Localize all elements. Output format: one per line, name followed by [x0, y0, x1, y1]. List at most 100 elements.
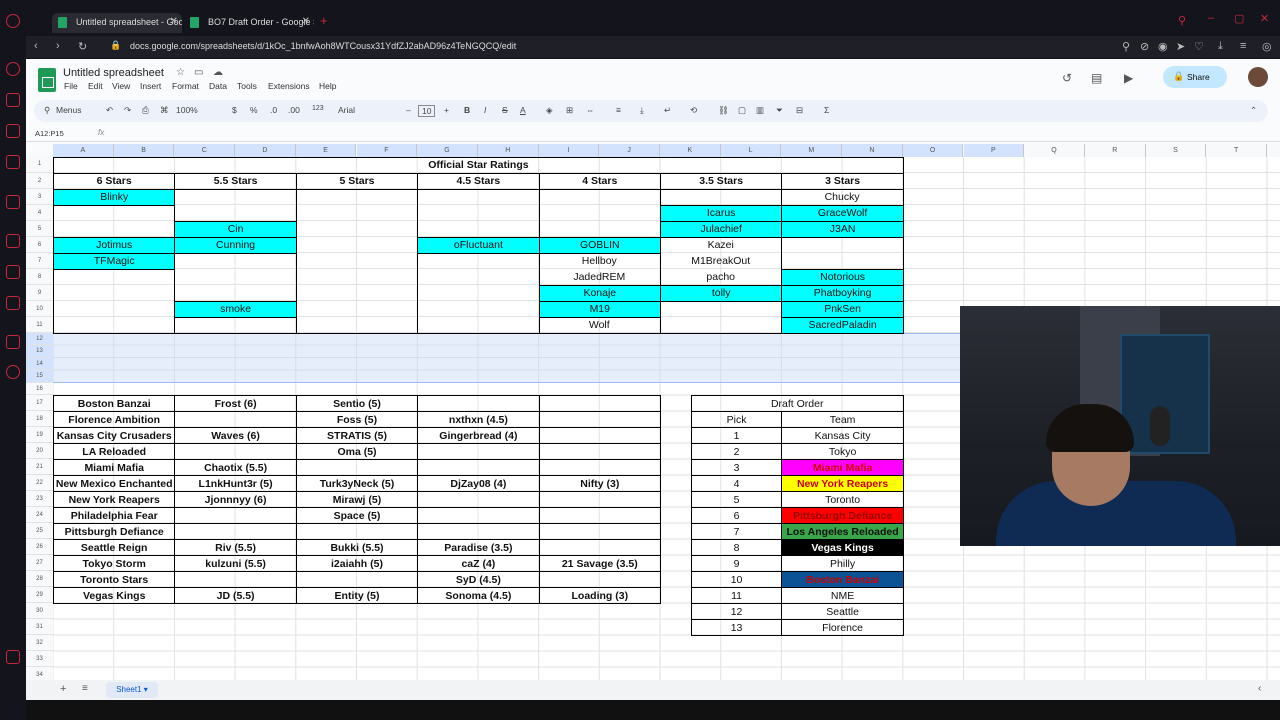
column-header[interactable]: F — [356, 144, 418, 157]
rating-player-cell[interactable]: Icarus — [660, 204, 783, 222]
draft-team-cell[interactable]: New York Reapers — [781, 475, 904, 492]
rating-player-cell[interactable]: Cunning — [174, 236, 297, 254]
row-header[interactable]: 14 — [26, 357, 53, 370]
ratings-header[interactable]: 3 Stars — [781, 172, 904, 190]
draft-pick-cell[interactable]: 6 — [690, 507, 783, 524]
row-header[interactable]: 2 — [26, 172, 53, 189]
menu-help[interactable]: Help — [319, 81, 336, 91]
draft-pick-cell[interactable]: 2 — [690, 443, 783, 460]
row-header[interactable]: 1 — [26, 157, 53, 173]
close-icon[interactable]: ✕ — [302, 16, 310, 27]
draft-pick-cell[interactable]: 12 — [690, 603, 783, 620]
menu-extensions[interactable]: Extensions — [268, 81, 310, 91]
document-title[interactable]: Untitled spreadsheet — [63, 67, 164, 79]
rating-player-cell[interactable]: TFMagic — [53, 252, 176, 270]
rating-player-cell[interactable]: Kazei — [660, 237, 781, 253]
draft-team-cell[interactable]: NME — [781, 587, 904, 604]
maximize-icon[interactable]: ▢ — [1234, 12, 1244, 25]
team-player-cell[interactable] — [538, 507, 661, 524]
text-color-button[interactable]: A — [520, 105, 526, 115]
font-select[interactable]: Arial — [338, 105, 355, 115]
draft-pick-cell[interactable]: 10 — [690, 571, 783, 588]
download-icon[interactable]: ⤓ — [1218, 40, 1223, 53]
history-icon[interactable]: ↺ — [1062, 71, 1072, 85]
search-icon[interactable]: ⚲ — [44, 105, 50, 116]
add-sheet-icon[interactable]: + — [60, 683, 66, 695]
decrease-decimal-button[interactable]: .0 — [270, 105, 277, 115]
team-player-cell[interactable]: Sonoma (4.5) — [417, 587, 540, 604]
team-name-cell[interactable]: Seattle Reign — [53, 539, 176, 556]
avatar[interactable] — [1248, 67, 1268, 87]
menus-search[interactable]: Menus — [56, 105, 82, 115]
draft-header-pick[interactable]: Pick — [690, 411, 783, 428]
meet-icon[interactable]: ▶ — [1124, 71, 1133, 85]
row-header[interactable]: 28 — [26, 571, 53, 587]
sheet-tab[interactable]: Sheet1 ▾ — [106, 682, 158, 698]
window-close-icon[interactable]: ✕ — [1260, 12, 1269, 25]
row-header[interactable]: 15 — [26, 370, 53, 383]
team-player-cell[interactable]: Paradise (3.5) — [417, 539, 540, 556]
sidebar-icon-4[interactable] — [6, 155, 20, 169]
collapse-toolbar-icon[interactable]: ⌃ — [1250, 105, 1257, 116]
rating-player-cell[interactable]: Julachief — [660, 220, 783, 238]
draft-team-cell[interactable]: Miami Mafia — [781, 459, 904, 476]
team-player-cell[interactable] — [538, 427, 661, 444]
explore-icon[interactable]: ‹ — [1258, 683, 1261, 694]
team-player-cell[interactable] — [538, 395, 661, 412]
row-header[interactable]: 22 — [26, 475, 53, 491]
team-player-cell[interactable]: 21 Savage (3.5) — [538, 555, 661, 572]
wrap-icon[interactable]: ↵ — [664, 105, 671, 116]
send-icon[interactable]: ➤ — [1176, 40, 1185, 53]
team-player-cell[interactable]: Entity (5) — [295, 587, 419, 604]
redo-icon[interactable]: ↷ — [124, 105, 131, 116]
rating-player-cell[interactable]: SacredPaladin — [781, 316, 904, 334]
team-player-cell[interactable] — [174, 443, 297, 460]
team-player-cell[interactable]: kulzuni (5.5) — [174, 555, 297, 572]
team-player-cell[interactable]: DjZay08 (4) — [417, 475, 540, 492]
column-header[interactable]: A — [53, 144, 114, 157]
row-header[interactable]: 4 — [26, 204, 53, 221]
ratings-header[interactable]: 4.5 Stars — [417, 172, 540, 190]
team-player-cell[interactable]: Space (5) — [295, 507, 419, 524]
team-player-cell[interactable] — [295, 459, 419, 476]
team-player-cell[interactable]: Loading (3) — [538, 587, 661, 604]
row-header[interactable]: 12 — [26, 332, 53, 345]
draft-team-cell[interactable]: Tokyo — [781, 443, 904, 460]
percent-button[interactable]: % — [250, 105, 258, 115]
paint-format-icon[interactable]: ⌘ — [160, 105, 169, 116]
row-header[interactable]: 18 — [26, 411, 53, 427]
menu-format[interactable]: Format — [172, 81, 199, 91]
row-header[interactable]: 27 — [26, 555, 53, 571]
row-header[interactable]: 19 — [26, 427, 53, 443]
name-box[interactable]: A12:P15 — [35, 129, 64, 138]
rating-player-cell[interactable]: Chucky — [781, 189, 902, 205]
url-text[interactable]: docs.google.com/spreadsheets/d/1kOc_1bnf… — [130, 41, 516, 51]
draft-team-cell[interactable]: Pittsburgh Defiance — [781, 507, 904, 524]
ratings-header[interactable]: 3.5 Stars — [660, 172, 783, 190]
team-player-cell[interactable] — [538, 539, 661, 556]
rating-player-cell[interactable]: PnkSen — [781, 300, 904, 318]
rotate-icon[interactable]: ⟲ — [690, 105, 697, 116]
draft-pick-cell[interactable]: 11 — [690, 587, 783, 604]
team-player-cell[interactable]: Jjonnnyy (6) — [174, 491, 297, 508]
team-player-cell[interactable]: STRATIS (5) — [295, 427, 419, 444]
team-player-cell[interactable]: caZ (4) — [417, 555, 540, 572]
share-button[interactable]: 🔒 Share — [1163, 66, 1227, 88]
font-size-decrease[interactable]: – — [406, 105, 411, 115]
draft-pick-cell[interactable]: 13 — [690, 619, 783, 636]
team-player-cell[interactable]: SyD (4.5) — [417, 571, 540, 588]
team-player-cell[interactable]: Waves (6) — [174, 427, 297, 444]
team-player-cell[interactable]: L1nkHunt3r (5) — [174, 475, 297, 492]
team-player-cell[interactable] — [417, 459, 540, 476]
menu-tools[interactable]: Tools — [237, 81, 257, 91]
rating-player-cell[interactable]: Hellboy — [539, 253, 660, 269]
team-player-cell[interactable]: Bukki (5.5) — [295, 539, 419, 556]
ratings-header[interactable]: 5.5 Stars — [174, 172, 297, 190]
team-name-cell[interactable]: Tokyo Storm — [53, 555, 176, 572]
team-player-cell[interactable] — [538, 491, 661, 508]
sidebar-icon-bottom[interactable] — [6, 650, 20, 664]
team-player-cell[interactable] — [174, 523, 297, 540]
strikethrough-button[interactable]: S — [502, 105, 508, 115]
team-player-cell[interactable] — [417, 395, 540, 412]
sidebar-icon-2[interactable] — [6, 93, 20, 107]
